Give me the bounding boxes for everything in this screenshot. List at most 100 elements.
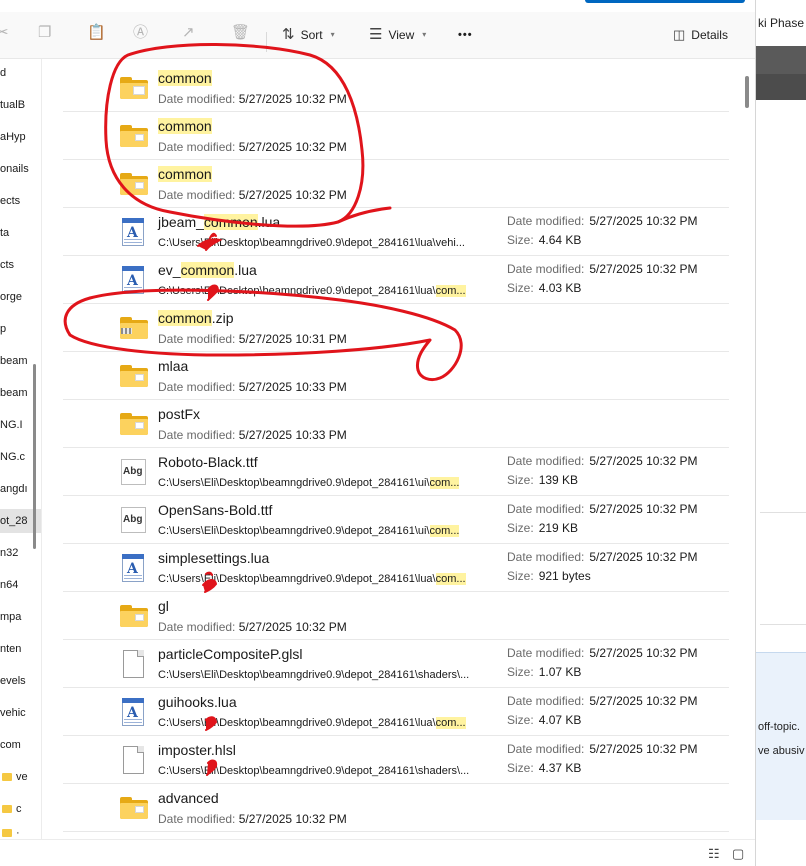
file-row[interactable]: gl Date modified: 5/27/2025 10:32 PM: [63, 592, 729, 640]
date-modified-label: Date modified:: [158, 620, 236, 634]
file-name-text: simplesettings.lua: [158, 550, 270, 566]
nav-item[interactable]: ·: [0, 821, 41, 839]
file-path-text: C:\Users\Eli\Desktop\beamngdrive0.9\depo…: [158, 525, 430, 537]
file-row[interactable]: common Date modified: 5/27/2025 10:32 PM: [63, 112, 729, 160]
view-label: View: [388, 28, 415, 42]
file-row[interactable]: Ajbeam_common.lua C:\Users\Eli\Desktop\be…: [63, 208, 729, 256]
file-size-label: Size:: [507, 665, 534, 679]
file-path-text: C:\Users\Eli\Desktop\beamngdrive0.9\depo…: [158, 669, 470, 681]
nav-item[interactable]: mpa: [0, 605, 41, 629]
date-modified-value: 5/27/2025 10:32 PM: [589, 454, 698, 468]
file-row[interactable]: Abg OpenSans-Bold.ttf C:\Users\Eli\Desktop…: [63, 496, 729, 544]
nav-item[interactable]: tualB: [0, 93, 41, 117]
search-match-highlight: common: [203, 214, 258, 230]
date-modified-label: Date modified:: [158, 428, 236, 442]
nav-item[interactable]: d: [0, 61, 41, 85]
nav-item-label: ·: [16, 827, 20, 839]
file-row[interactable]: particleCompositeP.glsl C:\Users\Eli\Desk…: [63, 640, 729, 688]
file-path: C:\Users\Eli\Desktop\beamngdrive0.9\depo…: [158, 667, 494, 683]
date-modified-label: Date modified:: [158, 140, 236, 154]
nav-scrollbar-thumb[interactable]: [33, 364, 36, 549]
file-name: Roboto-Black.ttf: [158, 453, 258, 471]
sort-button[interactable]: ⇅ Sort ▾: [282, 26, 335, 44]
folder-icon: [119, 73, 149, 103]
nav-item[interactable]: evels: [0, 669, 41, 693]
file-name-text: imposter.hlsl: [158, 742, 236, 758]
details-view-icon[interactable]: ☷: [708, 846, 720, 862]
nav-item[interactable]: onails: [0, 157, 41, 181]
delete-icon[interactable]: 🗑: [231, 24, 250, 42]
background-divider: [760, 624, 806, 625]
date-modified-value: 5/27/2025 10:32 PM: [238, 140, 347, 154]
file-row[interactable]: Asimplesettings.lua C:\Users\Eli\Desktop\…: [63, 544, 729, 592]
file-row[interactable]: postFx Date modified: 5/27/2025 10:33 PM: [63, 400, 729, 448]
details-pane-button[interactable]: ◫ Details: [673, 26, 728, 44]
row-divider: [63, 831, 729, 832]
file-row[interactable]: Aguihooks.lua C:\Users\Eli\Desktop\beamng…: [63, 688, 729, 736]
nav-item[interactable]: orge: [0, 285, 41, 309]
file-name: particleCompositeP.glsl: [158, 645, 302, 663]
nav-item[interactable]: ects: [0, 189, 41, 213]
nav-item[interactable]: ve: [0, 765, 41, 789]
background-tab-title[interactable]: ki Phase 3: [758, 16, 806, 30]
file-path-text: C:\Users\Eli\Desktop\beamngdrive0.9\depo…: [158, 717, 436, 729]
date-modified-label: Date modified:: [507, 742, 585, 756]
date-modified-label: Date modified:: [507, 214, 585, 228]
file-name-text: advanced: [158, 790, 219, 806]
file-size-label: Size:: [507, 569, 534, 583]
file-path: C:\Users\Eli\Desktop\beamngdrive0.9\depo…: [158, 763, 494, 779]
nav-item[interactable]: nten: [0, 637, 41, 661]
date-modified-label: Date modified:: [507, 694, 585, 708]
folder-icon: [2, 805, 12, 814]
copy-icon[interactable]: ❐: [38, 24, 51, 42]
nav-item[interactable]: aHyp: [0, 125, 41, 149]
share-icon[interactable]: ↗: [182, 24, 195, 42]
search-match-highlight: common: [158, 310, 212, 326]
file-row[interactable]: Aev_common.lua C:\Users\Eli\Desktop\beamn…: [63, 256, 729, 304]
date-modified: Date modified: 5/27/2025 10:32 PM: [507, 549, 697, 565]
file-path: C:\Users\Eli\Desktop\beamngdrive0.9\depo…: [158, 523, 494, 539]
nav-item[interactable]: ta: [0, 221, 41, 245]
date-modified-value: 5/27/2025 10:32 PM: [589, 646, 698, 660]
view-button[interactable]: ☰ View ▾: [369, 26, 426, 44]
rename-icon[interactable]: Ⓐ: [133, 24, 148, 42]
file-row[interactable]: common Date modified: 5/27/2025 10:32 PM: [63, 64, 729, 112]
file-path-text: C:\Users\Eli\Desktop\beamngdrive0.9\depo…: [158, 765, 470, 777]
tiles-view-icon[interactable]: ▢: [732, 846, 744, 862]
file-row[interactable]: imposter.hlsl C:\Users\Eli\Desktop\beamng…: [63, 736, 729, 784]
scrollbar-thumb[interactable]: [745, 76, 749, 108]
date-modified-value: 5/27/2025 10:32 PM: [238, 92, 347, 106]
background-window: ki Phase 3 off-topic. ve abusiv: [755, 0, 806, 866]
nav-item[interactable]: cts: [0, 253, 41, 277]
background-text-line: ve abusiv: [758, 745, 805, 757]
vertical-scrollbar[interactable]: [743, 59, 753, 839]
file-path-text: C:\Users\Eli\Desktop\beamngdrive0.9\depo…: [158, 285, 436, 297]
date-modified-label: Date modified:: [507, 550, 585, 564]
background-divider: [760, 512, 806, 513]
search-box-edge[interactable]: [585, 0, 745, 3]
file-name-text: mlaa: [158, 358, 189, 374]
file-size-value: 4.07 KB: [538, 713, 582, 727]
file-name: common: [158, 117, 212, 135]
nav-item[interactable]: vehic: [0, 701, 41, 725]
cut-icon[interactable]: ✂: [0, 24, 9, 42]
background-info-panel: [756, 652, 806, 820]
paste-icon[interactable]: 📋: [87, 24, 106, 42]
file-size: Size: 139 KB: [507, 472, 578, 488]
font-file-icon: Abg: [119, 505, 149, 535]
date-modified: Date modified: 5/27/2025 10:32 PM: [507, 645, 697, 661]
file-row[interactable]: mlaa Date modified: 5/27/2025 10:33 PM: [63, 352, 729, 400]
file-row[interactable]: common Date modified: 5/27/2025 10:32 PM: [63, 160, 729, 208]
file-row[interactable]: advanced Date modified: 5/27/2025 10:32 P…: [63, 784, 729, 832]
nav-item[interactable]: n64: [0, 573, 41, 597]
nav-item[interactable]: c: [0, 797, 41, 821]
nav-item[interactable]: com: [0, 733, 41, 757]
nav-item-label: angdı: [0, 483, 28, 495]
nav-item[interactable]: p: [0, 317, 41, 341]
file-path-text: C:\Users\Eli\Desktop\beamngdrive0.9\depo…: [158, 237, 465, 249]
file-row[interactable]: common.zip Date modified: 5/27/2025 10:31…: [63, 304, 729, 352]
see-more-button[interactable]: •••: [458, 26, 473, 44]
file-row[interactable]: Abg Roboto-Black.ttf C:\Users\Eli\Desktop\…: [63, 448, 729, 496]
date-modified: Date modified: 5/27/2025 10:32 PM: [158, 91, 347, 107]
nav-item-label: beam: [0, 355, 28, 367]
